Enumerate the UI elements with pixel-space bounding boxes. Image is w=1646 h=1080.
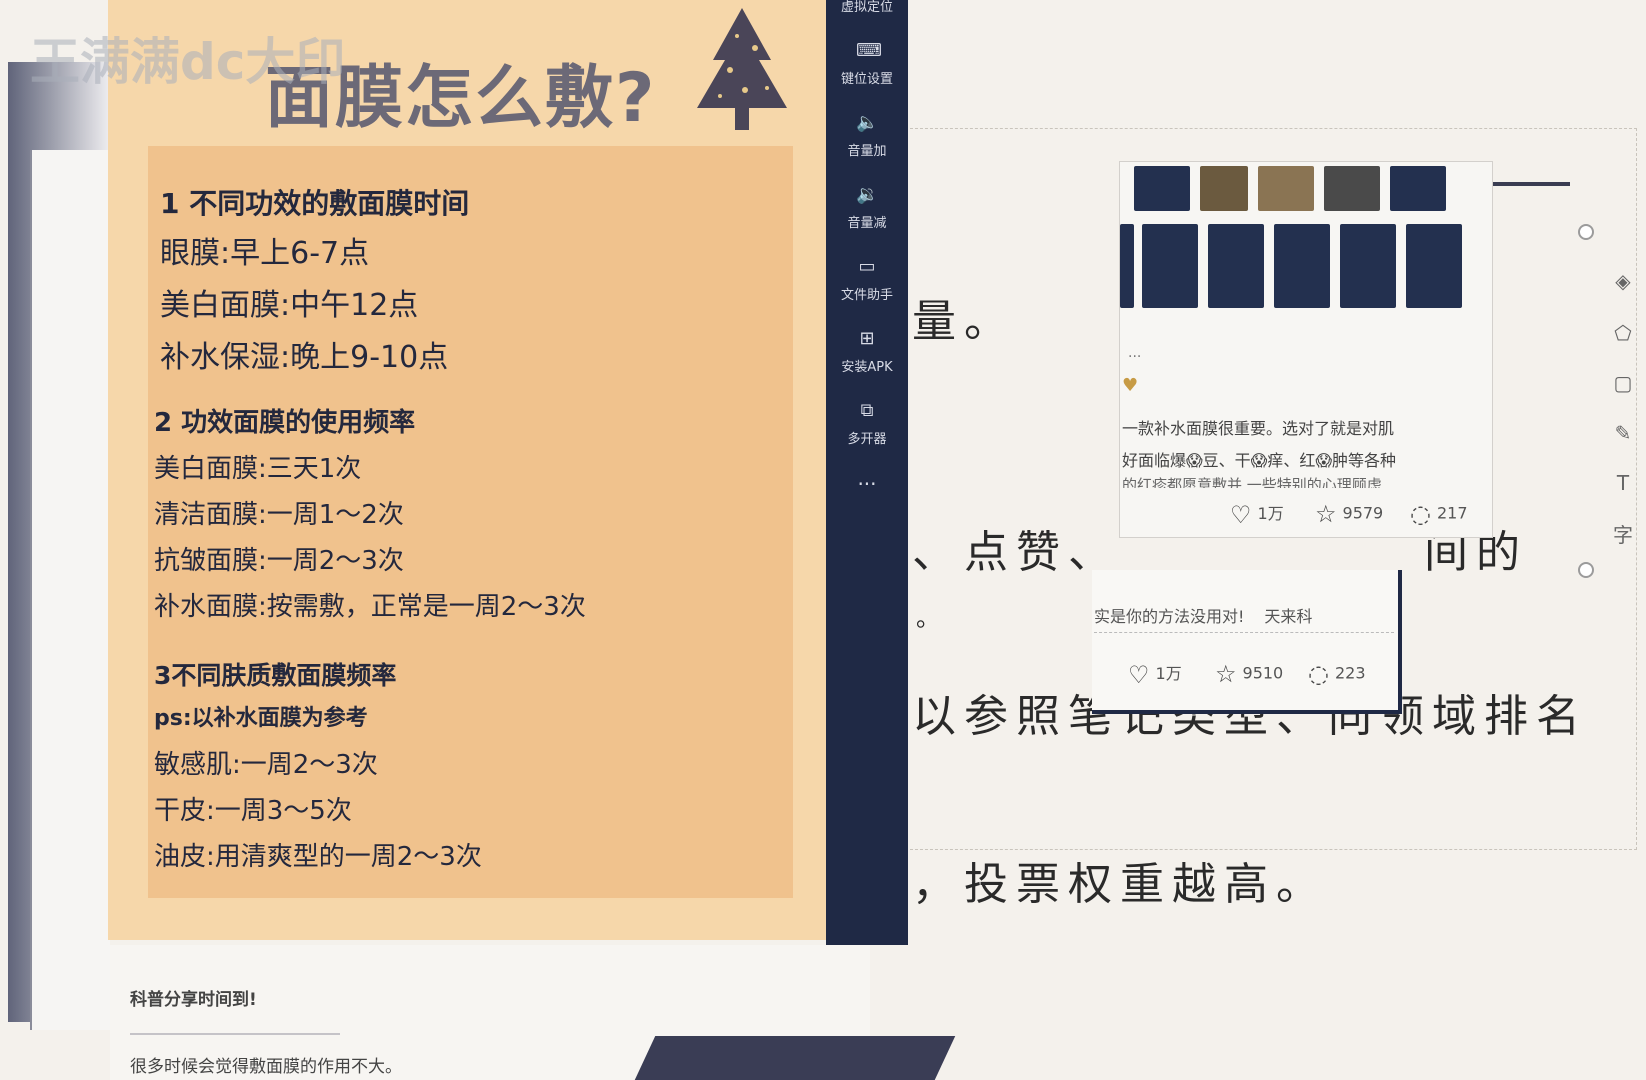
sidebar-item-volume-down[interactable]: 🔉 音量减 bbox=[826, 184, 908, 231]
sidebar-more-button[interactable]: ... bbox=[826, 466, 908, 490]
ellipsis: ... bbox=[1128, 345, 1142, 361]
list-item: 美白面膜:三天1次 bbox=[154, 454, 362, 484]
favorite-button[interactable]: ☆ 9510 bbox=[1215, 660, 1283, 688]
comment-count: 223 bbox=[1334, 663, 1366, 683]
thumbnail[interactable] bbox=[1208, 224, 1264, 308]
sidebar-item-install-apk[interactable]: ⊞ 安装APK bbox=[826, 328, 908, 375]
christmas-tree-icon bbox=[675, 0, 810, 138]
sidebar-item-label: 文件助手 bbox=[840, 288, 893, 303]
list-item: 油皮:用清爽型的一周2～3次 bbox=[154, 842, 482, 872]
document-top-line bbox=[1490, 182, 1570, 186]
thumbnail[interactable] bbox=[1142, 224, 1198, 308]
font-icon[interactable]: 字 bbox=[1610, 522, 1636, 548]
favorite-count: 9579 bbox=[1342, 503, 1384, 523]
card-text: 科普分享时间到! bbox=[130, 990, 257, 1010]
sidebar-item-file-helper[interactable]: ▭ 文件助手 bbox=[826, 256, 908, 303]
right-toolbar: ◈ ⬠ ▢ ✎ T 字 bbox=[1600, 260, 1646, 580]
comment-icon: ◌ bbox=[1410, 500, 1431, 528]
heart-icon: ♡ bbox=[1230, 500, 1252, 529]
list-item: 眼膜:早上6-7点 bbox=[160, 236, 370, 271]
left-page-edge bbox=[30, 150, 110, 1030]
monitor-icon: ▭ bbox=[858, 256, 876, 277]
card-text: 很多时候会觉得敷面膜的作用不大。 bbox=[130, 1057, 402, 1077]
star-icon: ☆ bbox=[1315, 500, 1337, 528]
divider bbox=[1094, 632, 1394, 633]
thumbnail[interactable] bbox=[1200, 166, 1248, 211]
volume-down-icon: 🔉 bbox=[856, 184, 879, 205]
thumbnail[interactable] bbox=[1390, 166, 1446, 211]
emulator-sidebar: 虚拟定位 ⌨ 键位设置 🔈 音量加 🔉 音量减 ▭ 文件助手 ⊞ 安装APK ⧉ 多开器 .… bbox=[826, 0, 908, 945]
sidebar-item-label: 键位设置 bbox=[840, 72, 893, 87]
thumbnail[interactable] bbox=[1258, 166, 1314, 211]
list-item: 抗皱面膜:一周2～3次 bbox=[154, 546, 404, 576]
comment-icon: ◌ bbox=[1308, 660, 1329, 688]
resize-handle[interactable] bbox=[1578, 224, 1594, 240]
poster-content-box: 1 不同功效的敷面膜时间 眼膜:早上6-7点 美白面膜:中午12点 补水保湿:晚… bbox=[148, 146, 793, 898]
thumbnail[interactable] bbox=[1324, 166, 1380, 211]
like-count: 1万 bbox=[1257, 504, 1284, 523]
sidebar-item-label: 音量加 bbox=[847, 144, 887, 159]
thumbnail[interactable] bbox=[1274, 224, 1330, 308]
comment-button[interactable]: ◌ 217 bbox=[1410, 500, 1468, 528]
heart-icon: ♡ bbox=[1128, 660, 1150, 689]
list-item: 补水保湿:晚上9-10点 bbox=[160, 340, 449, 375]
install-apk-icon: ⊞ bbox=[859, 328, 875, 349]
card-text: 好面临爆😱豆、干😱痒、红😱肿等各种 bbox=[1122, 451, 1397, 470]
divider bbox=[130, 1033, 340, 1035]
section-heading: 2 功效面膜的使用频率 bbox=[154, 408, 416, 438]
card-text: 的红疹都愿意敷并 一些特别的心理顾虑 bbox=[1122, 476, 1382, 488]
keyboard-icon: ⌨ bbox=[856, 40, 882, 61]
sidebar-item-label: 安装APK bbox=[841, 360, 893, 375]
pen-icon[interactable]: ✎ bbox=[1610, 420, 1636, 446]
document-text-line: 、点赞、 间的 bbox=[912, 527, 1528, 578]
list-item: 敏感肌:一周2～3次 bbox=[154, 750, 378, 780]
watermark: 王满满dc大印 bbox=[30, 33, 346, 91]
list-item: 清洁面膜:一周1～2次 bbox=[154, 500, 404, 530]
thumbnail[interactable] bbox=[1340, 224, 1396, 308]
crop-icon[interactable]: ▢ bbox=[1610, 370, 1636, 396]
comment-button[interactable]: ◌ 223 bbox=[1308, 660, 1366, 688]
section-subheading: ps:以补水面膜为参考 bbox=[154, 706, 368, 731]
section-heading: 1 不同功效的敷面膜时间 bbox=[160, 187, 470, 220]
comment-count: 217 bbox=[1436, 503, 1468, 523]
thumbnail[interactable] bbox=[1406, 224, 1462, 308]
card-text: 实是你的方法没用对! 天来科 bbox=[1094, 607, 1313, 626]
sidebar-item-volume-up[interactable]: 🔈 音量加 bbox=[826, 112, 908, 159]
text-transform-icon[interactable]: T bbox=[1610, 470, 1636, 496]
document-text-line: 。 bbox=[916, 604, 948, 632]
sidebar-item-multi-instance[interactable]: ⧉ 多开器 bbox=[826, 400, 908, 447]
thumbnail[interactable] bbox=[1134, 166, 1190, 211]
section-heading: 3不同肤质敷面膜频率 bbox=[154, 661, 397, 690]
star-icon: ☆ bbox=[1215, 660, 1237, 688]
favorite-count: 9510 bbox=[1242, 663, 1284, 683]
sidebar-item-keymap[interactable]: ⌨ 键位设置 bbox=[826, 40, 908, 87]
list-item: 干皮:一周3～5次 bbox=[154, 796, 352, 826]
card-text: 一款补水面膜很重要。选对了就是对肌 bbox=[1122, 419, 1395, 438]
sidebar-item-label: 音量减 bbox=[847, 216, 887, 231]
sidebar-item-location[interactable]: 虚拟定位 bbox=[826, 0, 908, 15]
like-button[interactable]: ♡ 1万 bbox=[1230, 500, 1284, 529]
like-count: 1万 bbox=[1155, 664, 1182, 683]
decorative-shape bbox=[634, 1036, 956, 1080]
resize-handle[interactable] bbox=[1578, 562, 1594, 578]
multi-open-icon: ⧉ bbox=[860, 400, 874, 421]
like-button[interactable]: ♡ 1万 bbox=[1128, 660, 1182, 689]
heart-emoji-icon: ♥ bbox=[1122, 375, 1139, 396]
favorite-button[interactable]: ☆ 9579 bbox=[1315, 500, 1383, 528]
thumbnail[interactable] bbox=[1120, 224, 1134, 308]
sidebar-item-label: 多开器 bbox=[847, 432, 887, 447]
list-item: 补水面膜:按需敷，正常是一周2～3次 bbox=[154, 592, 586, 622]
list-item: 美白面膜:中午12点 bbox=[160, 288, 419, 323]
document-text-line: 量。 bbox=[912, 296, 1016, 347]
note-card[interactable] bbox=[1092, 570, 1398, 710]
volume-up-icon: 🔈 bbox=[856, 112, 879, 133]
layers-icon[interactable]: ◈ bbox=[1610, 268, 1636, 294]
sidebar-item-label: 虚拟定位 bbox=[840, 0, 893, 15]
shapes-icon[interactable]: ⬠ bbox=[1610, 320, 1636, 346]
document-text-line: ，投票权重越高。 bbox=[912, 859, 1328, 910]
